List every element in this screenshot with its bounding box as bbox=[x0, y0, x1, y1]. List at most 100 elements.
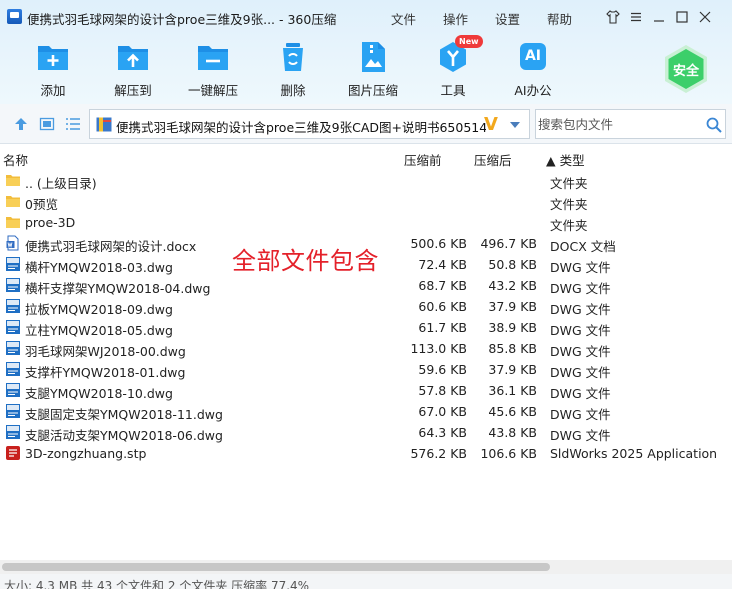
close-icon[interactable] bbox=[696, 8, 714, 26]
file-name: 支腿固定支架YMQW2018-11.dwg bbox=[25, 407, 223, 422]
file-type: DWG 文件 bbox=[550, 302, 611, 317]
dwg-icon bbox=[5, 298, 21, 314]
file-size-before: 64.3 KB bbox=[418, 425, 467, 440]
dwg-icon bbox=[5, 424, 21, 440]
one-click-extract-icon bbox=[195, 40, 231, 74]
title-bar: 便携式羽毛球网架的设计含proe三维及9张... - 360压缩 文件 操作 设… bbox=[0, 0, 732, 32]
file-row[interactable]: proe-3D 文件夹 bbox=[0, 212, 732, 233]
file-row[interactable]: 支腿固定支架YMQW2018-11.dwg 67.0 KB 45.6 KB DWG 文… bbox=[0, 401, 732, 422]
file-row[interactable]: 支腿YMQW2018-10.dwg 57.8 KB 36.1 KB DWG 文件 bbox=[0, 380, 732, 401]
horizontal-scrollbar[interactable] bbox=[0, 560, 732, 574]
file-type: 文件夹 bbox=[550, 197, 588, 212]
folder-icon bbox=[5, 172, 21, 188]
file-row[interactable]: 3D-zongzhuang.stp 576.2 KB 106.6 KB SldWork… bbox=[0, 443, 732, 464]
chevron-down-icon[interactable] bbox=[509, 119, 521, 129]
file-type: DWG 文件 bbox=[550, 260, 611, 275]
one-click-extract-button[interactable]: 一键解压 bbox=[181, 40, 245, 98]
address-row: 便携式羽毛球网架的设计含proe三维及9张CAD图+说明书650514.zip … bbox=[0, 104, 732, 144]
stp-icon bbox=[5, 445, 21, 461]
delete-label: 删除 bbox=[280, 83, 306, 98]
docx-icon bbox=[5, 235, 21, 251]
status-bar: 大小: 4.3 MB 共 43 个文件和 2 个文件夹 压缩率 77.4% bbox=[0, 574, 732, 589]
file-row[interactable]: .. (上级目录) 文件夹 bbox=[0, 170, 732, 191]
search-icon[interactable] bbox=[706, 117, 722, 133]
file-size-before: 576.2 KB bbox=[410, 446, 467, 461]
file-row[interactable]: 0预览 文件夹 bbox=[0, 191, 732, 212]
column-name[interactable]: 名称 bbox=[3, 150, 28, 169]
file-type: DWG 文件 bbox=[550, 407, 611, 422]
tools-button[interactable]: 工具 bbox=[421, 40, 485, 98]
delete-button[interactable]: 删除 bbox=[261, 40, 325, 98]
image-compress-label: 图片压缩 bbox=[347, 83, 398, 98]
add-label: 添加 bbox=[40, 83, 66, 98]
file-type: 文件夹 bbox=[550, 218, 588, 233]
scrollbar-thumb[interactable] bbox=[2, 563, 550, 571]
add-icon bbox=[35, 40, 71, 74]
extract-to-button[interactable]: 解压到 bbox=[101, 40, 165, 98]
maximize-icon[interactable] bbox=[673, 8, 691, 26]
file-size-after: 37.9 KB bbox=[488, 299, 537, 314]
file-size-before: 72.4 KB bbox=[418, 257, 467, 272]
archive-icon bbox=[96, 117, 112, 132]
menu-settings[interactable]: 设置 bbox=[495, 9, 520, 28]
file-name: 支腿活动支架YMQW2018-06.dwg bbox=[25, 428, 223, 443]
ai-office-label: AI办公 bbox=[514, 83, 552, 98]
file-row[interactable]: 支腿活动支架YMQW2018-06.dwg 64.3 KB 43.8 KB DWG 文… bbox=[0, 422, 732, 443]
folder-icon bbox=[5, 214, 21, 230]
menu-help[interactable]: 帮助 bbox=[547, 9, 572, 28]
folder-icon bbox=[5, 193, 21, 209]
search-input[interactable] bbox=[538, 114, 698, 134]
file-size-after: 38.9 KB bbox=[488, 320, 537, 335]
list-view-icon[interactable] bbox=[65, 116, 81, 132]
column-type[interactable]: ▲ 类型 bbox=[546, 150, 585, 169]
file-size-before: 60.6 KB bbox=[418, 299, 467, 314]
column-size-after[interactable]: 压缩后 bbox=[474, 150, 512, 169]
file-row[interactable]: 横杆支撑架YMQW2018-04.dwg 68.7 KB 43.2 KB DWG 文件 bbox=[0, 275, 732, 296]
image-compress-button[interactable]: 图片压缩 bbox=[341, 40, 405, 98]
file-row[interactable]: 立柱YMQW2018-05.dwg 61.7 KB 38.9 KB DWG 文件 bbox=[0, 317, 732, 338]
column-size-before[interactable]: 压缩前 bbox=[404, 150, 442, 169]
skin-shirt-icon[interactable] bbox=[604, 8, 622, 26]
menu-lines-icon[interactable] bbox=[627, 8, 645, 26]
add-button[interactable]: 添加 bbox=[21, 40, 85, 98]
up-arrow-icon[interactable] bbox=[13, 116, 29, 132]
one-click-extract-label: 一键解压 bbox=[187, 83, 238, 98]
checkmark-v-icon: V bbox=[484, 114, 498, 135]
file-row[interactable]: 支撑杆YMQW2018-01.dwg 59.6 KB 37.9 KB DWG 文件 bbox=[0, 359, 732, 380]
overlay-text: 全部文件包含 bbox=[232, 247, 379, 275]
recycle-bin-icon bbox=[275, 40, 311, 74]
ai-office-button[interactable]: AI AI办公 bbox=[501, 40, 565, 98]
dwg-icon bbox=[5, 277, 21, 293]
file-list: .. (上级目录) 文件夹 0预览 文件夹 proe-3D 文件夹 便携式羽毛球网架的设计.… bbox=[0, 170, 732, 464]
window-chrome: 便携式羽毛球网架的设计含proe三维及9张... - 360压缩 文件 操作 设… bbox=[0, 0, 732, 104]
address-bar[interactable]: 便携式羽毛球网架的设计含proe三维及9张CAD图+说明书650514.zip … bbox=[89, 109, 530, 139]
minimize-icon[interactable] bbox=[650, 8, 668, 26]
dwg-icon bbox=[5, 382, 21, 398]
app-logo-icon bbox=[7, 9, 22, 24]
file-name: .. (上级目录) bbox=[25, 176, 97, 191]
window-title: 便携式羽毛球网架的设计含proe三维及9张... - 360压缩 bbox=[27, 12, 337, 27]
dwg-icon bbox=[5, 361, 21, 377]
file-size-after: 106.6 KB bbox=[480, 446, 537, 461]
search-box[interactable] bbox=[535, 109, 726, 139]
ai-icon: AI bbox=[515, 40, 551, 74]
menu-operate[interactable]: 操作 bbox=[443, 9, 468, 28]
menu-file[interactable]: 文件 bbox=[391, 9, 416, 28]
image-compress-icon bbox=[355, 40, 391, 74]
file-size-after: 43.8 KB bbox=[488, 425, 537, 440]
file-type: DWG 文件 bbox=[550, 428, 611, 443]
file-name: 羽毛球网架WJ2018-00.dwg bbox=[25, 344, 186, 359]
safe-shield-icon[interactable]: 安全 bbox=[660, 43, 712, 95]
file-size-after: 50.8 KB bbox=[488, 257, 537, 272]
thumbnail-view-icon[interactable] bbox=[39, 116, 55, 132]
dwg-icon bbox=[5, 319, 21, 335]
file-type: 文件夹 bbox=[550, 176, 588, 191]
file-row[interactable]: 拉板YMQW2018-09.dwg 60.6 KB 37.9 KB DWG 文件 bbox=[0, 296, 732, 317]
file-size-before: 68.7 KB bbox=[418, 278, 467, 293]
address-path: 便携式羽毛球网架的设计含proe三维及9张CAD图+说明书650514.zip bbox=[116, 120, 486, 135]
file-name: 横杆YMQW2018-03.dwg bbox=[25, 260, 173, 275]
file-type: DWG 文件 bbox=[550, 281, 611, 296]
file-size-before: 59.6 KB bbox=[418, 362, 467, 377]
file-size-before: 113.0 KB bbox=[410, 341, 467, 356]
file-row[interactable]: 羽毛球网架WJ2018-00.dwg 113.0 KB 85.8 KB DWG 文件 bbox=[0, 338, 732, 359]
